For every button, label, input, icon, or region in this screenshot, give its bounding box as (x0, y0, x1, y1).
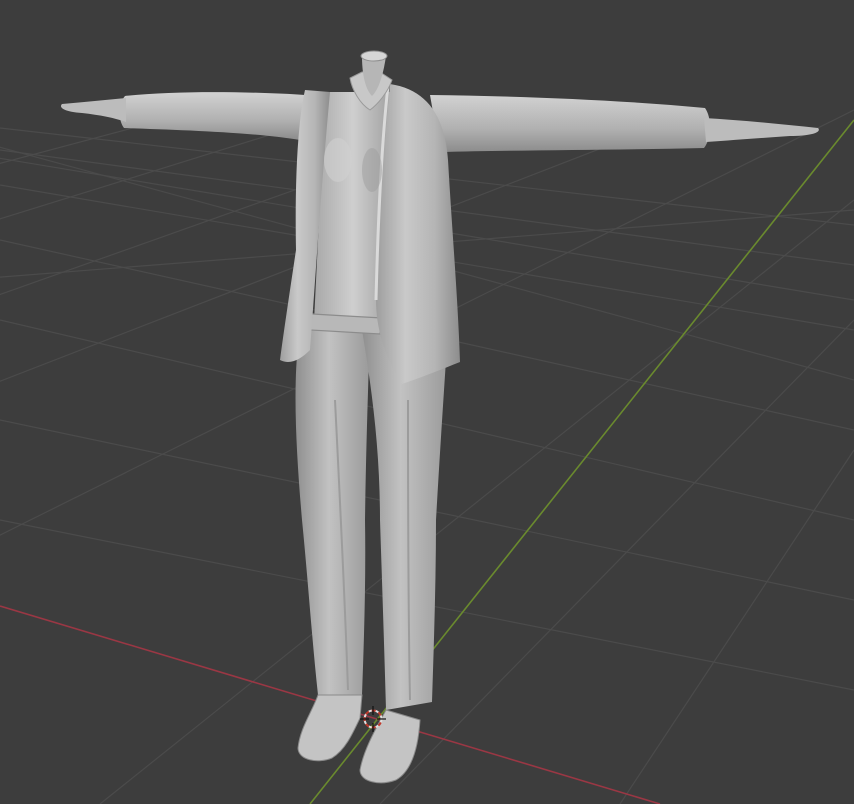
right-hand[interactable] (704, 118, 819, 142)
chest-left (324, 138, 352, 182)
belt (309, 313, 383, 335)
viewport-canvas[interactable] (0, 0, 854, 804)
character-model[interactable] (60, 50, 819, 784)
chest-right (362, 148, 382, 192)
3d-viewport[interactable] (0, 0, 854, 804)
right-trouser-leg[interactable] (362, 330, 448, 710)
left-trouser-leg[interactable] (295, 330, 370, 695)
left-arm[interactable] (119, 92, 305, 140)
right-arm[interactable] (430, 95, 711, 152)
left-hand[interactable] (60, 98, 126, 122)
neck-cut-top (360, 50, 388, 62)
